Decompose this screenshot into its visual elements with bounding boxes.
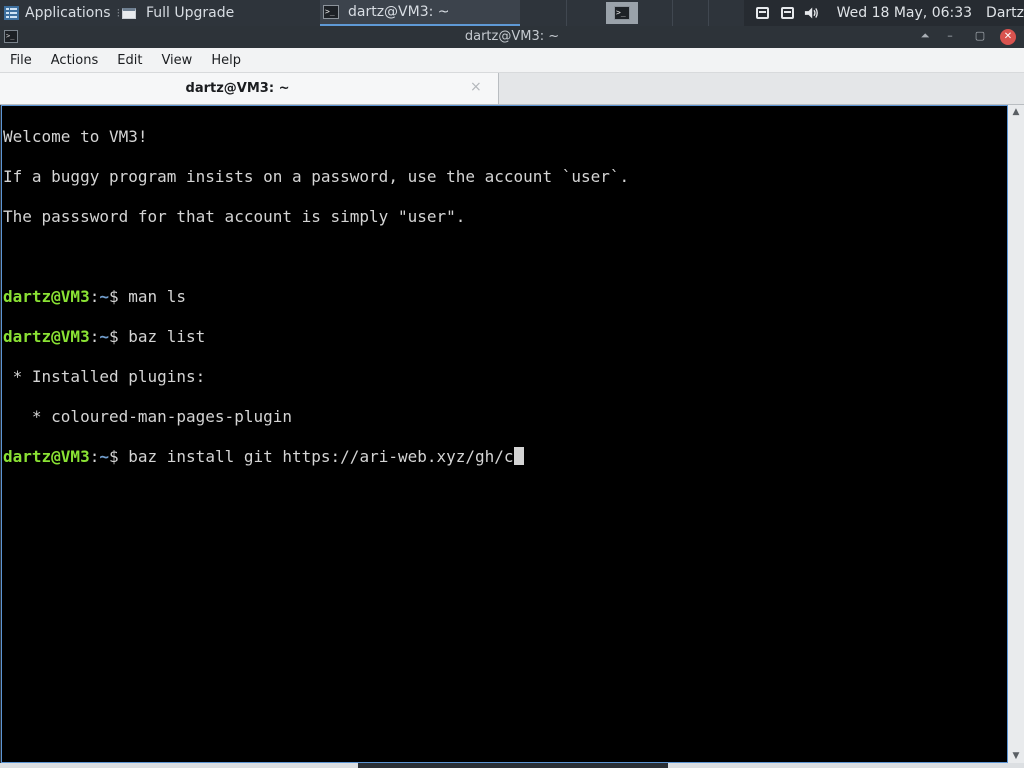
- prompt-user: dartz@VM3: [3, 447, 90, 466]
- terminal-line: If a buggy program insists on a password…: [3, 167, 630, 186]
- terminal-scrollbar[interactable]: ▲ ▼: [1008, 105, 1024, 763]
- terminal-line: dartz@VM3:~$ baz list: [3, 327, 1007, 347]
- menu-file[interactable]: File: [0, 53, 41, 68]
- top-panel: Applications ⁝ Full Upgrade >_ dartz@VM3…: [0, 0, 1024, 26]
- task-label: dartz@VM3: ~: [348, 4, 450, 20]
- menu-edit[interactable]: Edit: [107, 53, 151, 68]
- tab-close-icon[interactable]: ×: [470, 79, 482, 95]
- scroll-down-icon[interactable]: ▼: [1008, 749, 1024, 763]
- menu-help[interactable]: Help: [201, 53, 250, 68]
- shade-button[interactable]: ⏶: [917, 29, 933, 43]
- command: man ls: [128, 287, 187, 306]
- menu-actions[interactable]: Actions: [41, 53, 108, 68]
- panel-divider: [708, 0, 709, 26]
- terminal-line: The passsword for that account is simply…: [3, 207, 466, 226]
- maximize-button[interactable]: ▢: [972, 29, 988, 42]
- prompt-path: ~: [99, 287, 109, 306]
- prompt-separator: :: [89, 327, 100, 346]
- workspace-terminal-icon: >_: [614, 6, 630, 20]
- volume-icon[interactable]: [804, 6, 820, 20]
- applications-menu-icon: [4, 6, 19, 20]
- terminal-line: Welcome to VM3!: [3, 127, 148, 146]
- terminal-cursor: [513, 447, 524, 465]
- task-terminal[interactable]: >_ dartz@VM3: ~: [320, 0, 520, 26]
- task-label: Full Upgrade: [146, 5, 235, 21]
- user-menu[interactable]: Dartz: [986, 5, 1024, 21]
- tab-label: dartz@VM3: ~: [185, 81, 290, 96]
- system-tray: Wed 18 May, 06:33 Dartz: [744, 0, 1024, 26]
- minimize-button[interactable]: –: [942, 29, 958, 42]
- prompt-dollar: $: [108, 287, 129, 306]
- prompt-user: dartz@VM3: [3, 287, 90, 306]
- menu-view[interactable]: View: [151, 53, 201, 68]
- prompt-user: dartz@VM3: [3, 327, 90, 346]
- prompt-separator: :: [89, 287, 100, 306]
- prompt-dollar: $: [108, 447, 129, 466]
- command-input[interactable]: baz install git https://ari-web.xyz/gh/c: [128, 447, 513, 466]
- workspace-switcher[interactable]: >_: [606, 2, 638, 24]
- applications-label: Applications: [25, 5, 111, 21]
- menu-bar: File Actions Edit View Help: [0, 48, 1024, 73]
- terminal-line: * coloured-man-pages-plugin: [3, 407, 292, 426]
- command: baz list: [128, 327, 206, 346]
- task-full-upgrade[interactable]: Full Upgrade: [122, 0, 234, 26]
- terminal-line: dartz@VM3:~$ man ls: [3, 287, 1007, 307]
- terminal-icon: >_: [323, 5, 339, 19]
- document-icon[interactable]: [781, 7, 795, 19]
- panel-divider: [672, 0, 673, 26]
- window-title: dartz@VM3: ~: [464, 29, 560, 44]
- panel-divider: [566, 0, 567, 26]
- tab-bar: dartz@VM3: ~ ×: [0, 73, 1024, 105]
- terminal-output[interactable]: Welcome to VM3! If a buggy program insis…: [1, 105, 1008, 763]
- bottom-edge-segment: [358, 763, 668, 768]
- bottom-edge: [0, 763, 1024, 768]
- terminal-line: dartz@VM3:~$ baz install git https://ari…: [3, 447, 1007, 467]
- tab-terminal[interactable]: dartz@VM3: ~ ×: [0, 73, 499, 104]
- panel-separator: ⁝: [116, 6, 121, 20]
- prompt-path: ~: [99, 327, 109, 346]
- applications-menu[interactable]: Applications ⁝: [4, 0, 126, 26]
- notes-icon[interactable]: [756, 7, 770, 19]
- prompt-dollar: $: [108, 327, 129, 346]
- window-titlebar[interactable]: >_ dartz@VM3: ~ ⏶ – ▢ ✕: [0, 26, 1024, 48]
- close-button[interactable]: ✕: [1000, 29, 1016, 45]
- clock[interactable]: Wed 18 May, 06:33: [837, 5, 972, 21]
- terminal-line: * Installed plugins:: [3, 367, 206, 386]
- scroll-up-icon[interactable]: ▲: [1008, 105, 1024, 119]
- window-icon: [122, 7, 136, 19]
- prompt-separator: :: [89, 447, 100, 466]
- prompt-path: ~: [99, 447, 109, 466]
